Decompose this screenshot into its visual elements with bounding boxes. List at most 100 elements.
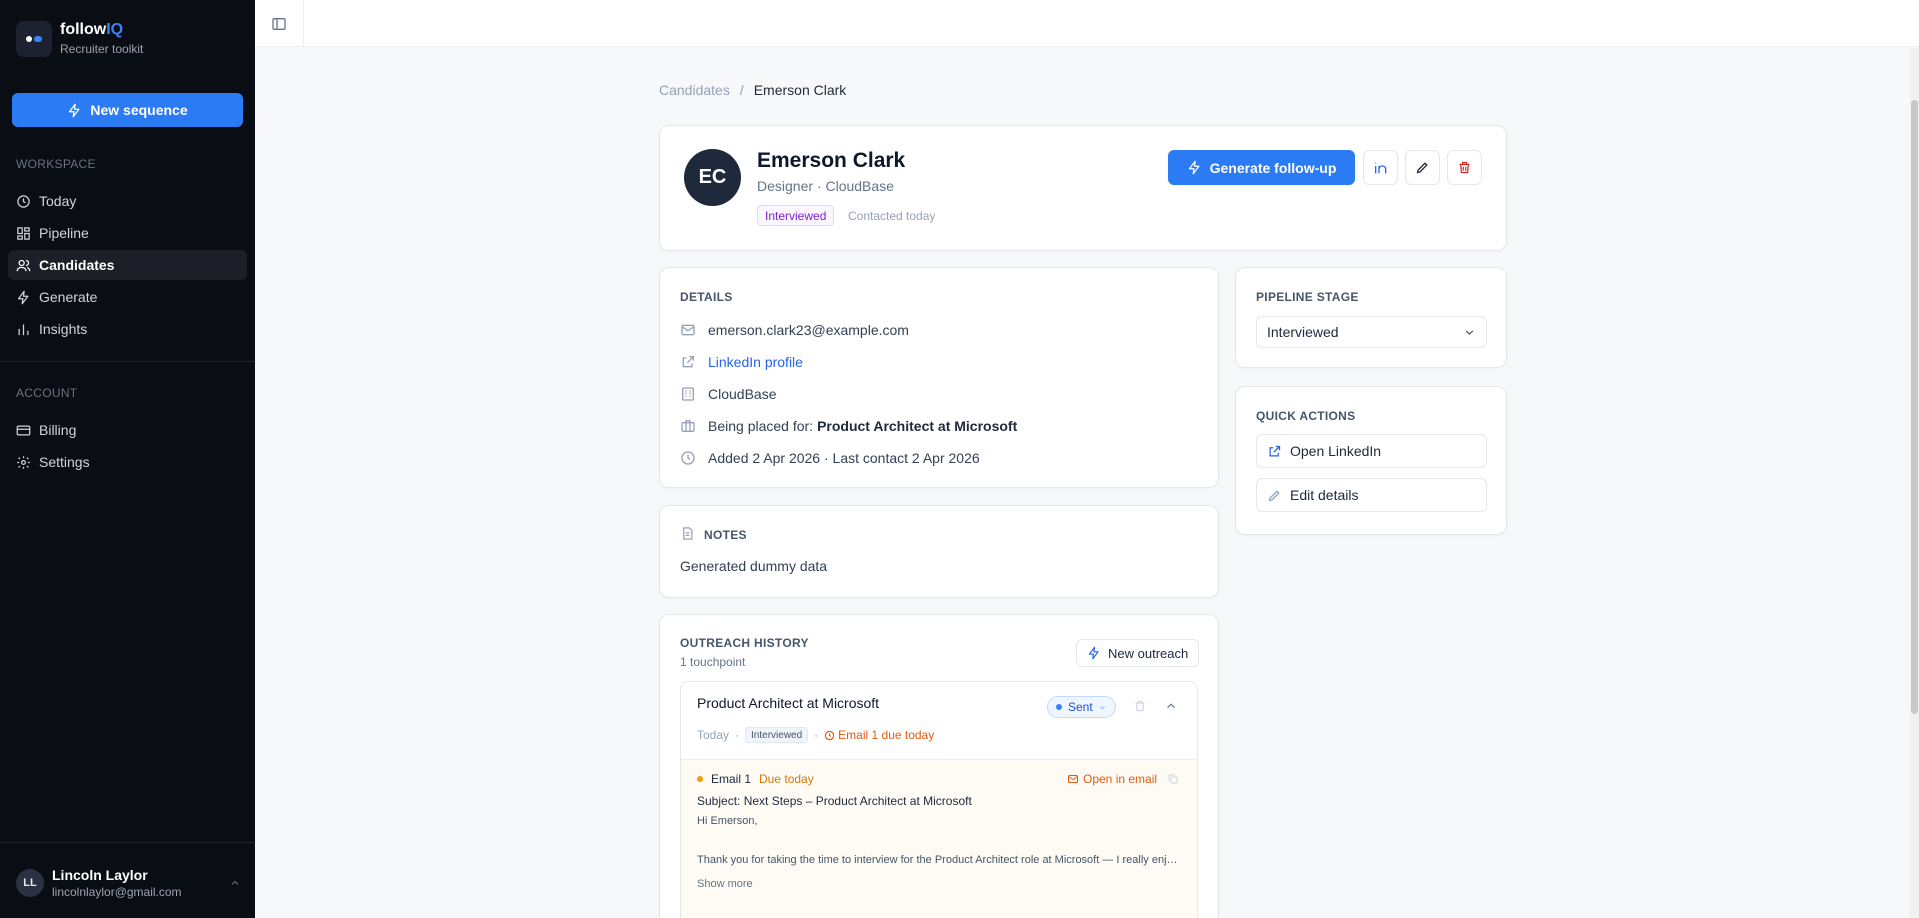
trash-icon[interactable] xyxy=(1133,699,1147,713)
scrollbar-thumb[interactable] xyxy=(1911,100,1918,714)
bolt-icon xyxy=(1188,160,1200,175)
quick-actions-title: QUICK ACTIONS xyxy=(1256,409,1356,423)
candidate-avatar: EC xyxy=(684,149,741,206)
chevron-up-icon[interactable] xyxy=(1164,699,1178,713)
pipeline-stage-title: PIPELINE STAGE xyxy=(1256,290,1359,304)
bolt-icon xyxy=(17,290,29,304)
new-outreach-button[interactable]: New outreach xyxy=(1076,639,1200,667)
breadcrumb-candidates-link[interactable]: Candidates xyxy=(659,82,730,98)
edit-button[interactable] xyxy=(1405,150,1440,185)
gear-icon xyxy=(17,455,30,469)
trash-icon xyxy=(1459,161,1470,174)
email-due-label: Due today xyxy=(759,772,814,786)
chevron-up-icon xyxy=(231,880,239,885)
sidebar-divider xyxy=(0,842,255,843)
notes-card: NOTES Generated dummy data xyxy=(659,505,1219,598)
workspace-section-label: WORKSPACE xyxy=(16,157,96,171)
contacted-text: Contacted today xyxy=(848,209,936,223)
detail-company: CloudBase xyxy=(680,386,777,402)
bar-chart-icon xyxy=(18,324,29,335)
generate-follow-up-button[interactable]: Generate follow-up xyxy=(1168,150,1355,185)
sidebar-item-insights[interactable]: Insights xyxy=(8,314,247,344)
pencil-icon xyxy=(1268,489,1280,501)
open-in-email-button[interactable]: Open in email xyxy=(1067,772,1157,786)
sidebar-divider xyxy=(0,361,255,362)
clock-icon xyxy=(681,451,695,465)
notes-title: NOTES xyxy=(704,528,747,542)
document-icon xyxy=(683,527,693,540)
outreach-history-card: OUTREACH HISTORY 1 touchpoint New outrea… xyxy=(659,614,1219,918)
sidebar-item-today[interactable]: Today xyxy=(8,186,247,216)
email-body: Thank you for taking the time to intervi… xyxy=(697,854,1181,866)
sidebar-toggle-button[interactable] xyxy=(255,0,304,47)
detail-linkedin: LinkedIn profile xyxy=(680,354,803,370)
external-link-icon xyxy=(1269,445,1281,456)
account-section-label: ACCOUNT xyxy=(16,386,78,400)
detail-dates: Added 2 Apr 2026 · Last contact 2 Apr 20… xyxy=(680,450,980,466)
notes-text: Generated dummy data xyxy=(680,558,828,574)
avatar: LL xyxy=(16,869,44,897)
bolt-icon xyxy=(69,103,80,117)
user-menu[interactable]: LL Lincoln Laylor lincolnlaylor@gmail.co… xyxy=(16,866,241,900)
copy-icon[interactable] xyxy=(1167,773,1179,785)
linkedin-button[interactable] xyxy=(1363,150,1398,185)
sidebar-item-settings[interactable]: Settings xyxy=(8,447,247,477)
brand-name: followIQ xyxy=(60,21,124,38)
user-email: lincolnlaylor@gmail.com xyxy=(52,885,182,899)
clock-icon xyxy=(824,730,835,740)
page-scrollbar[interactable] xyxy=(1910,48,1919,918)
touchpoint-item: Product Architect at Microsoft Sent Toda… xyxy=(680,681,1198,918)
breadcrumb: Candidates / Emerson Clark xyxy=(659,82,846,98)
delete-button[interactable] xyxy=(1447,150,1482,185)
pipeline-stage-select[interactable]: Interviewed xyxy=(1256,316,1487,348)
new-sequence-button[interactable]: New sequence xyxy=(12,93,243,127)
brand-logo-icon xyxy=(16,21,52,57)
user-name: Lincoln Laylor xyxy=(52,867,148,883)
sidebar-item-pipeline[interactable]: Pipeline xyxy=(8,218,247,248)
stage-badge: Interviewed xyxy=(745,727,809,743)
touchpoint-meta: Today · Interviewed · Email 1 due today xyxy=(697,727,935,743)
email-greeting: Hi Emerson, xyxy=(697,815,758,827)
grid-icon xyxy=(17,226,30,240)
mail-icon xyxy=(1068,775,1078,783)
mail-icon xyxy=(681,324,695,336)
outreach-title: OUTREACH HISTORY xyxy=(680,636,809,650)
email-header: Email 1 Due today xyxy=(697,772,814,786)
candidate-role: Designer · CloudBase xyxy=(757,178,894,194)
status-dropdown[interactable]: Sent xyxy=(1047,696,1116,718)
sidebar-item-generate[interactable]: Generate xyxy=(8,282,247,312)
briefcase-icon xyxy=(681,420,695,432)
sidebar-toggle-icon xyxy=(272,17,286,30)
linkedin-icon xyxy=(1374,162,1386,173)
sidebar: followIQ Recruiter toolkit New sequence … xyxy=(0,0,255,918)
details-title: DETAILS xyxy=(680,290,733,304)
sidebar-item-billing[interactable]: Billing xyxy=(8,415,247,445)
touchpoint-count: 1 touchpoint xyxy=(680,655,746,669)
due-indicator: Email 1 due today xyxy=(824,728,934,742)
breadcrumb-current: Emerson Clark xyxy=(753,82,847,98)
bolt-icon xyxy=(1088,646,1099,660)
brand[interactable]: followIQ Recruiter toolkit xyxy=(16,21,143,57)
credit-card-icon xyxy=(16,425,31,435)
detail-placement: Being placed for: Product Architect at M… xyxy=(680,418,1017,434)
top-bar xyxy=(255,0,1919,47)
edit-details-button[interactable]: Edit details xyxy=(1256,478,1487,512)
pipeline-stage-card: PIPELINE STAGE Interviewed xyxy=(1235,267,1507,368)
quick-actions-card: QUICK ACTIONS Open LinkedIn Edit details xyxy=(1235,386,1507,535)
linkedin-profile-link[interactable]: LinkedIn profile xyxy=(708,354,803,370)
sidebar-item-candidates[interactable]: Candidates xyxy=(8,250,247,280)
building-icon xyxy=(682,387,694,401)
chevron-down-icon xyxy=(1465,329,1474,335)
chevron-down-icon xyxy=(1099,705,1105,709)
open-linkedin-button[interactable]: Open LinkedIn xyxy=(1256,434,1487,468)
candidate-name: Emerson Clark xyxy=(757,149,906,172)
brand-subtitle: Recruiter toolkit xyxy=(60,42,144,56)
placement-role: Product Architect at Microsoft xyxy=(817,418,1018,434)
pencil-icon xyxy=(1416,162,1428,174)
touchpoint-title: Product Architect at Microsoft xyxy=(697,695,880,711)
detail-email: emerson.clark23@example.com xyxy=(680,322,909,338)
candidate-header-card: EC Emerson Clark Designer · CloudBase In… xyxy=(659,125,1507,251)
status-badge: Interviewed xyxy=(757,205,835,226)
email-subject: Subject: Next Steps – Product Architect … xyxy=(697,794,972,808)
show-more-link[interactable]: Show more xyxy=(697,878,753,890)
